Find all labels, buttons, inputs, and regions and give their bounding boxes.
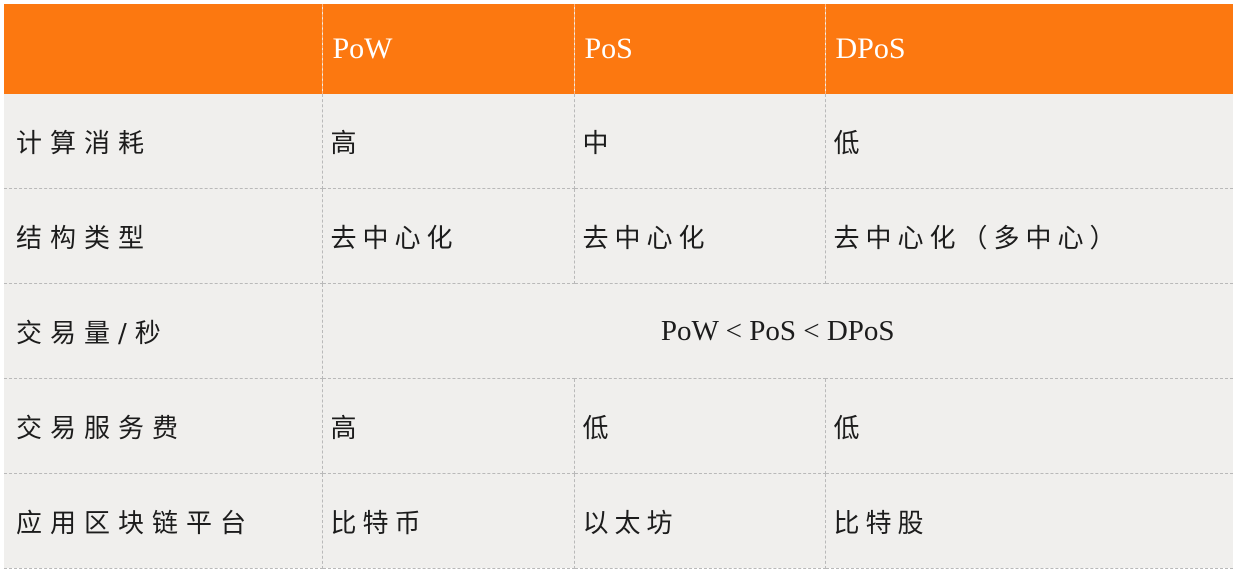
table-body: 计算消耗 高 中 低 结构类型 去中心化 去中心化 去中心化（多中心） 交易量/… (4, 94, 1233, 569)
header-cell-pos: PoS (573, 4, 826, 94)
table-row: 计算消耗 高 中 低 (4, 94, 1233, 189)
row-label: 应用区块链平台 (4, 473, 323, 569)
cell-pow: 高 (321, 378, 575, 474)
cell-dpos: 低 (824, 94, 1233, 189)
cell-pow: 去中心化 (321, 188, 575, 284)
table-row: 结构类型 去中心化 去中心化 去中心化（多中心） (4, 188, 1233, 284)
header-cell-empty (4, 4, 323, 94)
cell-dpos: 低 (824, 378, 1233, 474)
header-row: PoW PoS DPoS (4, 4, 1233, 94)
row-label: 计算消耗 (4, 94, 323, 189)
cell-pow: 高 (321, 94, 575, 189)
cell-pos: 去中心化 (573, 188, 826, 284)
header-cell-dpos: DPoS (824, 4, 1233, 94)
row-label: 结构类型 (4, 188, 323, 284)
table-header: PoW PoS DPoS (4, 4, 1233, 94)
cell-pos: 以太坊 (573, 473, 826, 569)
comparison-table-container: PoW PoS DPoS 计算消耗 高 中 低 结构类型 去中心化 去中心化 去… (4, 4, 1233, 569)
table-row: 应用区块链平台 比特币 以太坊 比特股 (4, 473, 1233, 569)
cell-dpos: 比特股 (824, 473, 1233, 569)
cell-pos: 低 (573, 378, 826, 474)
table-row: 交易量/秒 PoW < PoS < DPoS (4, 283, 1233, 379)
merged-cell-throughput: PoW < PoS < DPoS (321, 283, 1233, 379)
cell-pos: 中 (573, 94, 826, 189)
header-cell-pow: PoW (321, 4, 575, 94)
row-label: 交易服务费 (4, 378, 323, 474)
cell-pow: 比特币 (321, 473, 575, 569)
cell-dpos: 去中心化（多中心） (824, 188, 1233, 284)
table-row: 交易服务费 高 低 低 (4, 378, 1233, 474)
consensus-comparison-table: PoW PoS DPoS 计算消耗 高 中 低 结构类型 去中心化 去中心化 去… (4, 4, 1233, 569)
row-label: 交易量/秒 (4, 283, 323, 379)
